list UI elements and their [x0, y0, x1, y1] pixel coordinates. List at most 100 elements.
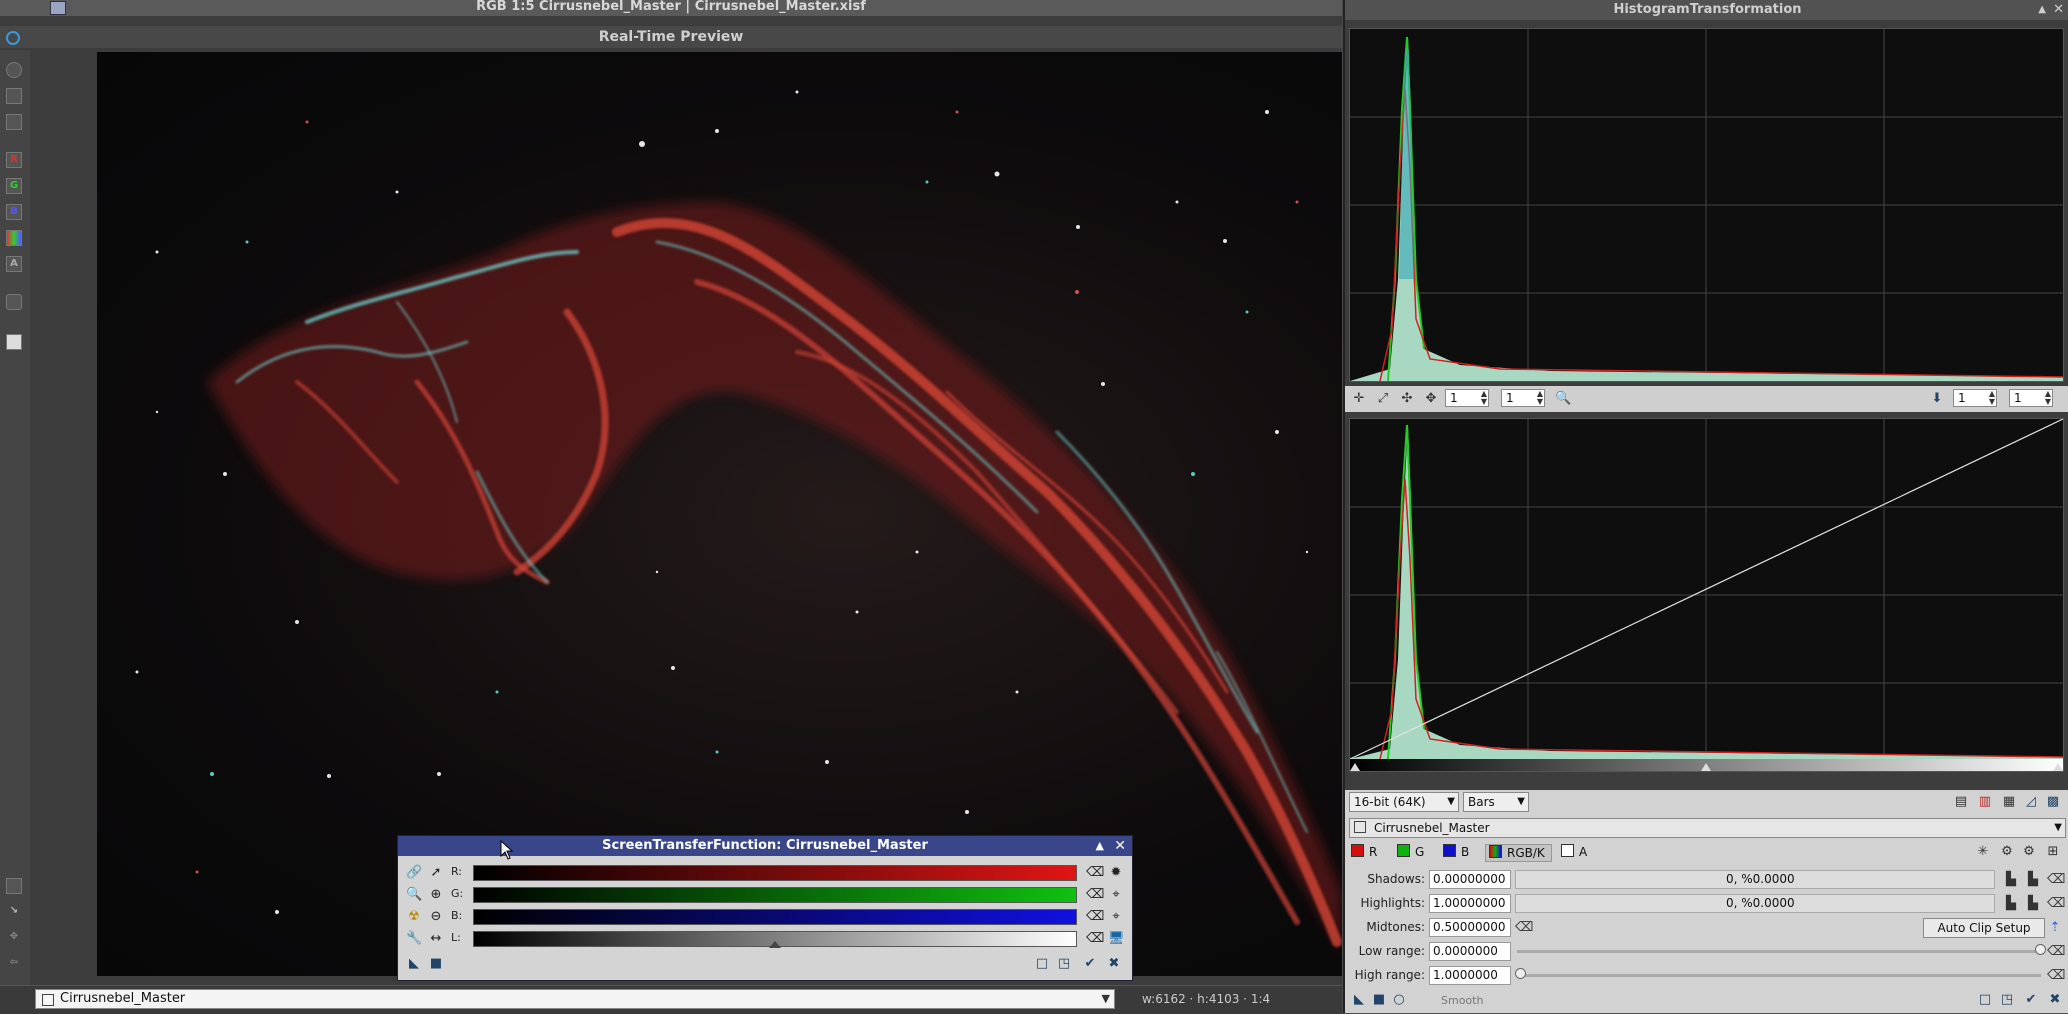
wrench-icon[interactable]: 🔧 — [406, 931, 422, 947]
gear-icon[interactable]: ⚙ — [1999, 844, 2015, 860]
channel-r-button[interactable]: R — [6, 152, 22, 168]
reset-icon[interactable]: ⌫ — [2047, 872, 2065, 888]
zoom-fit-icon[interactable]: ⤢ — [1375, 391, 1391, 407]
high-range-field[interactable]: 1.0000000 — [1429, 966, 1511, 985]
horizontal-arrows-icon[interactable]: ↔ — [428, 931, 444, 947]
crosshair-icon[interactable]: ⌖ — [1108, 887, 1124, 903]
reset-icon[interactable]: ⌫ — [1515, 920, 1533, 936]
reset-icon[interactable]: ⌫ — [1086, 909, 1104, 925]
auto-stretch-icon[interactable]: ✹ — [1108, 865, 1124, 881]
zoom-h2-spin[interactable]: 1 ▲ ▼ — [1953, 389, 1997, 407]
channel-g-button[interactable]: G — [6, 178, 22, 194]
shadows-field[interactable]: 0.00000000 — [1429, 870, 1511, 889]
midtone-marker[interactable] — [769, 941, 781, 948]
zoom-v-spin[interactable]: 1 ▲ ▼ — [1501, 389, 1545, 407]
low-range-field[interactable]: 0.0000000 — [1429, 942, 1511, 961]
shade-icon[interactable]: ▲ — [2038, 0, 2046, 20]
zoom-out-icon[interactable]: ⊖ — [428, 909, 444, 925]
reset-icon[interactable]: ⌫ — [2047, 968, 2065, 984]
zoom-h-spin[interactable]: 1 ▲ ▼ — [1445, 389, 1489, 407]
expand-icon[interactable]: ⊞ — [2045, 844, 2061, 860]
arrow-down-icon[interactable]: ⬇ — [1929, 391, 1945, 407]
copy-tool-icon[interactable] — [6, 114, 22, 130]
stf-bar-g[interactable] — [473, 887, 1077, 903]
histogram-titlebar[interactable]: HistogramTransformation ▲ ✕ — [1345, 0, 2068, 20]
window-icon[interactable] — [6, 334, 22, 350]
view-list-select[interactable]: Cirrusnebel_Master ▼ — [1349, 818, 2066, 838]
track-view-icon[interactable]: ◳ — [1999, 992, 2015, 1008]
move-icon[interactable]: ✥ — [1423, 391, 1439, 407]
stf-bar-b[interactable] — [473, 909, 1077, 925]
stf-bar-r[interactable] — [473, 865, 1077, 881]
channel-rgb-icon[interactable] — [6, 230, 22, 246]
channel-b-toggle[interactable]: B — [1443, 844, 1469, 860]
histogram-small-icon[interactable]: ▙ — [2025, 896, 2041, 912]
channel-b-button[interactable]: B — [6, 204, 22, 220]
close-icon[interactable]: ✕ — [2053, 0, 2064, 20]
reset-all-icon[interactable]: ✖ — [1106, 956, 1122, 972]
apply-check-icon[interactable]: ✔ — [2023, 992, 2039, 1008]
reset-icon[interactable]: ⌫ — [1086, 931, 1104, 947]
browse-documentation-icon[interactable]: □ — [1034, 956, 1050, 972]
link-icon[interactable]: 🔗 — [406, 865, 422, 881]
zoom-plus-icon[interactable]: ⊕ — [428, 887, 444, 903]
histogram-small-icon[interactable]: ▙ — [2025, 872, 2041, 888]
channel-r-toggle[interactable]: R — [1351, 844, 1377, 860]
new-instance-icon[interactable]: ◣ — [406, 956, 422, 972]
histogram-rgb-icon[interactable]: ▥ — [1977, 794, 1993, 810]
shade-icon[interactable]: ▲ — [1096, 836, 1104, 856]
preview-icon[interactable] — [6, 31, 20, 45]
zoom-icon[interactable]: 🔍 — [1555, 391, 1571, 407]
midtones-field[interactable]: 0.50000000 — [1429, 918, 1511, 937]
curve-icon[interactable]: ◿ — [2023, 794, 2039, 810]
channel-g-toggle[interactable]: G — [1397, 844, 1424, 860]
monitor-icon[interactable]: 🖥 — [1108, 931, 1125, 947]
histogram-small-icon[interactable]: ▙ — [2003, 896, 2019, 912]
graph-style-select[interactable]: Bars ▼ — [1463, 792, 1529, 812]
stf-bar-l[interactable] — [473, 931, 1077, 948]
apply-check-icon[interactable]: ✔ — [1082, 956, 1098, 972]
expand-icon[interactable]: ✣ — [1399, 391, 1415, 407]
pan-icon[interactable]: ✥ — [6, 930, 22, 946]
channel-a-button[interactable]: A — [6, 256, 22, 272]
high-range-slider[interactable] — [1517, 974, 2041, 977]
reset-icon[interactable]: ⌫ — [1086, 887, 1104, 903]
realtime-preview-icon[interactable]: ○ — [1391, 992, 1407, 1008]
browse-documentation-icon[interactable]: □ — [1977, 992, 1993, 1008]
navigate-icon[interactable]: ⇦ — [6, 956, 22, 972]
new-instance-icon[interactable]: ◣ — [1351, 992, 1367, 1008]
upper-histogram-plot[interactable] — [1349, 28, 2064, 382]
zoom-v2-spin[interactable]: 1 ▲ ▼ — [2009, 389, 2053, 407]
highlights-field[interactable]: 1.00000000 — [1429, 894, 1511, 913]
pointer-icon[interactable]: ➚ — [428, 865, 444, 881]
reset-all-icon[interactable]: ✖ — [2047, 992, 2063, 1008]
low-range-slider[interactable] — [1517, 950, 2041, 953]
histogram-lines-icon[interactable]: ▦ — [2001, 794, 2017, 810]
crosshair-icon[interactable]: ⌖ — [1108, 909, 1124, 925]
resolution-select[interactable]: 16-bit (64K) ▼ — [1349, 792, 1459, 812]
low-range-handle[interactable] — [2035, 944, 2046, 955]
apply-global-icon[interactable]: ■ — [428, 956, 444, 972]
reset-icon[interactable]: ⌫ — [2047, 896, 2065, 912]
view-select[interactable]: Cirrusnebel_Master ▼ — [35, 989, 1115, 1009]
high-range-handle[interactable] — [1515, 968, 1526, 979]
cog-icon[interactable]: ⚙ — [2021, 844, 2037, 860]
graph-icon[interactable]: ▤ — [1953, 794, 1969, 810]
track-view-icon[interactable]: ◳ — [1056, 956, 1072, 972]
mask-icon[interactable] — [6, 878, 22, 894]
auto-clip-icon[interactable]: ⇡ — [2047, 920, 2063, 936]
reset-icon[interactable]: ⌫ — [1086, 865, 1104, 881]
reset-icon[interactable]: ⌫ — [2047, 944, 2065, 960]
image-window-titlebar[interactable]: RGB 1:5 Cirrusnebel_Master | Cirrusnebel… — [0, 0, 1342, 16]
apply-global-icon[interactable]: ■ — [1371, 992, 1387, 1008]
rectangle-tool-icon[interactable] — [6, 88, 22, 104]
crosshair-icon[interactable]: ✛ — [1351, 391, 1367, 407]
camera-icon[interactable] — [6, 294, 22, 310]
histogram-small-icon[interactable]: ▙ — [2003, 872, 2019, 888]
zoom-in-icon[interactable]: 🔍 — [406, 887, 422, 903]
resize-arrow-icon[interactable]: ↘ — [6, 904, 22, 920]
circle-tool-icon[interactable] — [6, 62, 22, 78]
star-icon[interactable]: ✳ — [1975, 844, 1991, 860]
channel-rgbk-toggle[interactable]: RGB/K — [1485, 844, 1552, 862]
channel-a-toggle[interactable]: A — [1561, 844, 1587, 860]
